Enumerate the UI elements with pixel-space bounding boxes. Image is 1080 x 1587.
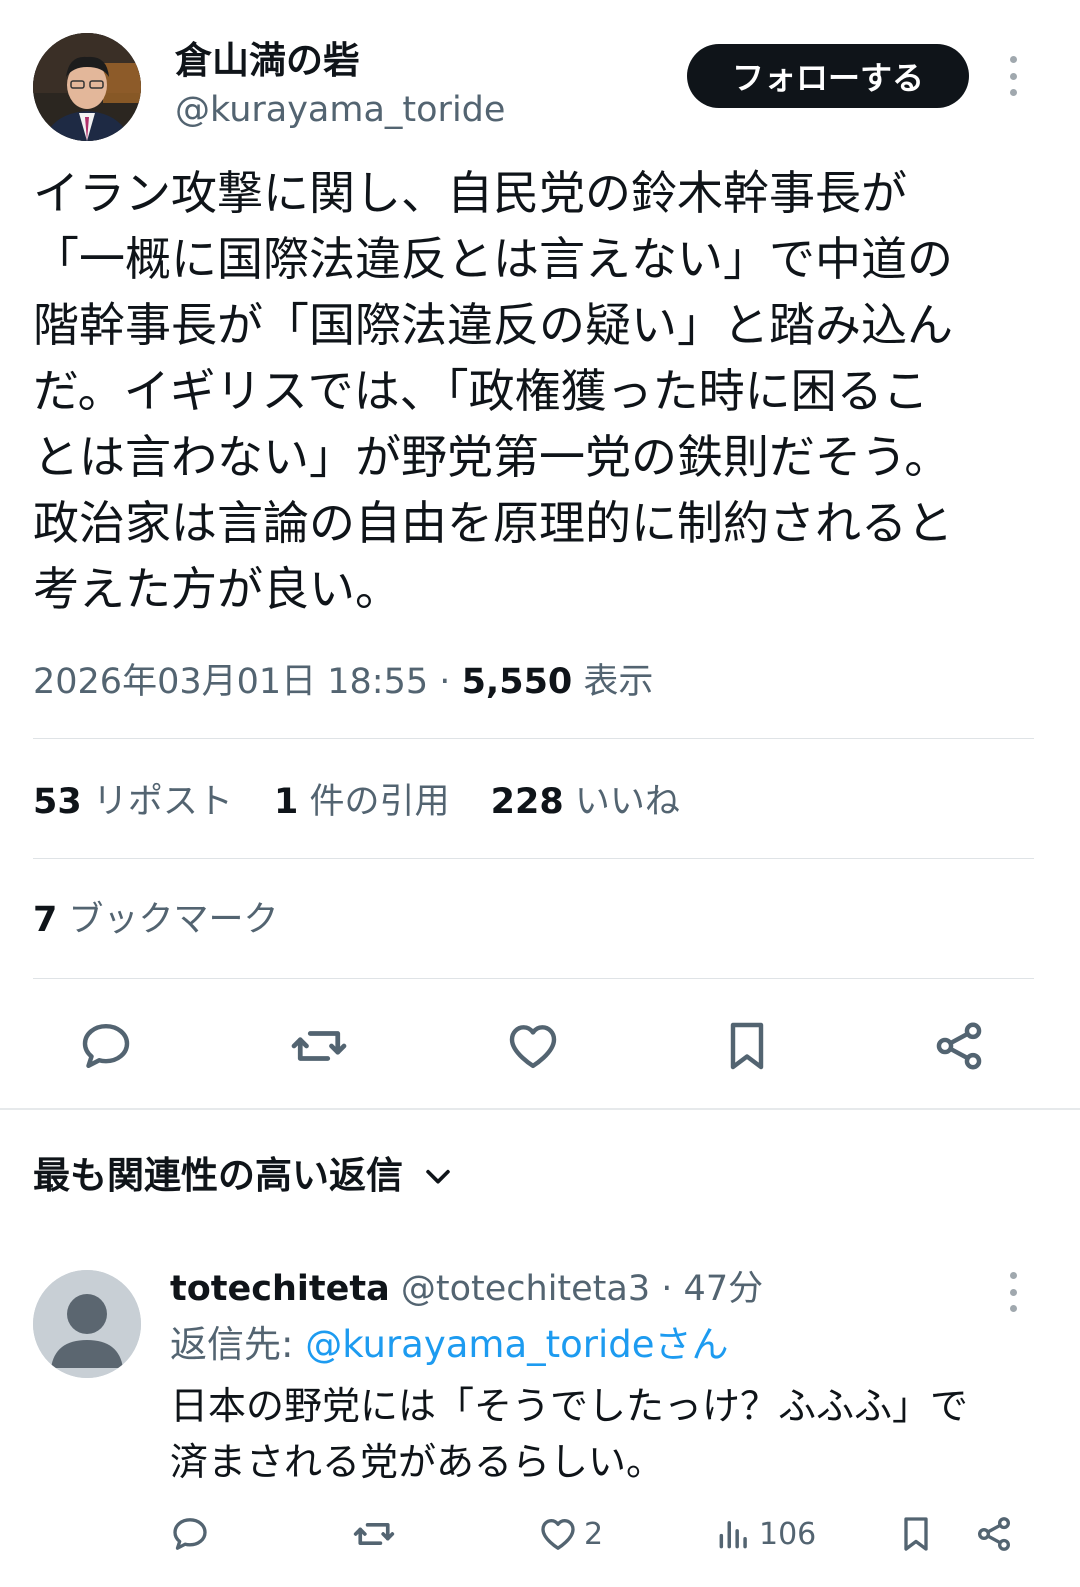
quotes-label: 件の引用 (309, 782, 450, 822)
reply-like-button[interactable]: 2 (538, 1506, 603, 1562)
section-divider (0, 1108, 1080, 1110)
replies-sort-label: 最も関連性の高い返信 (33, 1154, 403, 1197)
reply-author-handle[interactable]: @totechiteta3 (401, 1269, 650, 1309)
reply-header: totechiteta @totechiteta3 · 47分 (170, 1262, 763, 1316)
replies-sort-dropdown[interactable]: 最も関連性の高い返信 (33, 1148, 455, 1204)
reposts-count: 53 (33, 782, 82, 822)
retweet-icon[interactable] (279, 1006, 359, 1086)
bookmark-icon[interactable] (896, 1506, 936, 1562)
views-label: 表示 (583, 662, 654, 702)
reply-to-mention[interactable]: @kurayama_torideさん (305, 1323, 728, 1366)
chevron-down-icon (426, 1169, 450, 1184)
retweet-icon[interactable] (352, 1506, 396, 1562)
likes-stat[interactable]: 228 いいね (491, 782, 680, 822)
heart-icon[interactable] (493, 1006, 573, 1086)
follow-button[interactable]: フォローする (687, 44, 969, 108)
divider (33, 978, 1034, 979)
bookmarks-stat[interactable]: 7 ブックマーク (33, 893, 279, 947)
tweet-text-line: とは言わない」が野党第一党の鉄則だそう。 (33, 430, 951, 484)
reply-time[interactable]: 47分 (684, 1269, 764, 1309)
heart-icon (541, 1519, 575, 1550)
tweet-text: イラン攻撃に関し、自民党の鈴木幹事長が 「一概に国際法違反とは言えない」で中道の… (33, 160, 1033, 622)
divider (33, 858, 1034, 859)
author-avatar-image (33, 33, 141, 141)
author-avatar[interactable] (33, 33, 141, 141)
views-chart-icon (719, 1521, 747, 1549)
default-avatar-icon (33, 1270, 141, 1378)
share-icon[interactable] (919, 1006, 999, 1086)
reposts-label: リポスト (92, 782, 233, 822)
share-icon[interactable] (974, 1506, 1014, 1562)
tweet-timestamp[interactable]: 2026年03月01日 18:55 (33, 662, 428, 702)
bookmark-icon[interactable] (707, 1006, 787, 1086)
tweet-text-line: 考えた方が良い。 (33, 562, 401, 616)
reply-text: 日本の野党には「そうでしたっけ？ふふふ」で 済まされる党があるらしい。 (170, 1378, 1040, 1490)
author-handle[interactable]: @kurayama_toride (175, 88, 505, 132)
reply-text-line: 日本の野党には「そうでしたっけ？ふふふ」で (170, 1384, 969, 1428)
likes-label: いいね (574, 782, 680, 822)
reply-separator: · (661, 1269, 673, 1309)
tweet-text-line: イラン攻撃に関し、自民党の鈴木幹事長が (33, 166, 907, 220)
more-vertical-icon[interactable] (995, 1272, 1031, 1312)
tweet-text-line: だ。イギリスでは、「政権獲った時に困るこ (33, 364, 929, 418)
engagement-stats: 53 リポスト 1 件の引用 228 いいね (33, 775, 710, 829)
bookmarks-count: 7 (33, 900, 58, 940)
quotes-count: 1 (274, 782, 299, 822)
reply-to-label: 返信先: (170, 1323, 294, 1366)
tweet-text-line: 政治家は言論の自由を原理的に制約されると (33, 496, 953, 550)
reply-author-avatar[interactable] (33, 1270, 141, 1378)
more-vertical-icon[interactable] (995, 56, 1031, 96)
reply-icon[interactable] (66, 1006, 146, 1086)
quotes-stat[interactable]: 1 件の引用 (274, 782, 450, 822)
bookmarks-label: ブックマーク (68, 900, 279, 940)
reply-likes-count: 2 (584, 1516, 604, 1552)
divider (33, 738, 1034, 739)
tweet-meta: 2026年03月01日 18:55 · 5,550 表示 (33, 655, 653, 709)
tweet-text-line: 階幹事長が「国際法違反の疑い」と踏み込ん (33, 298, 953, 352)
reply-to: 返信先: @kurayama_torideさん (170, 1318, 729, 1372)
reply-views-button[interactable]: 106 (715, 1506, 816, 1562)
likes-count: 228 (490, 782, 564, 822)
meta-separator: · (439, 662, 451, 702)
reposts-stat[interactable]: 53 リポスト (33, 782, 233, 822)
reply-views-count: 106 (759, 1516, 817, 1552)
reply-text-line: 済まされる党があるらしい。 (170, 1440, 665, 1484)
views-count: 5,550 (461, 662, 573, 702)
author-display-name[interactable]: 倉山満の砦 (175, 38, 360, 84)
reply-icon[interactable] (170, 1506, 210, 1562)
reply-author-name[interactable]: totechiteta (170, 1269, 390, 1309)
tweet-text-line: 「一概に国際法違反とは言えない」で中道の (33, 232, 953, 286)
